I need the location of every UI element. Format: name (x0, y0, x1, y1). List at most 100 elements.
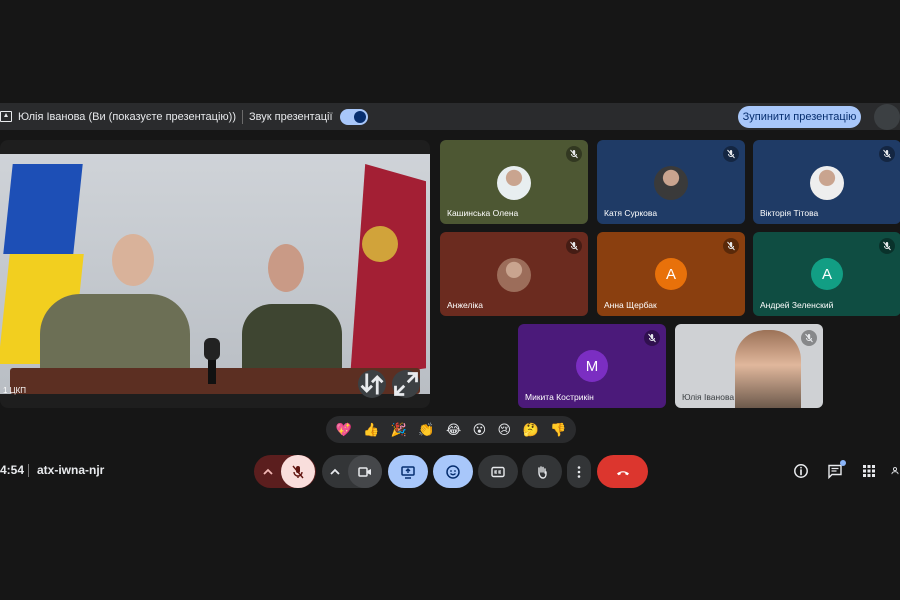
meeting-time: 4:54 (0, 463, 25, 477)
participant-avatar: А (655, 258, 687, 290)
camera-control-group (322, 455, 382, 488)
leave-call-button[interactable] (597, 455, 648, 488)
meeting-details-button[interactable] (790, 460, 812, 482)
presentation-audio-label: Звук презентації (249, 110, 333, 123)
microphone-control-group (254, 455, 316, 488)
microphone-toggle-button[interactable] (281, 455, 315, 488)
host-controls-button[interactable] (890, 460, 900, 482)
speaker-left-head (112, 234, 154, 286)
muted-indicator (801, 330, 817, 346)
mic-off-icon (292, 465, 304, 478)
participant-tile[interactable]: Катя Суркова (597, 140, 745, 224)
camera-icon (358, 466, 371, 477)
mic-off-icon (727, 149, 735, 159)
participant-avatar (497, 166, 531, 200)
participant-name: Анна Щербак (604, 300, 657, 310)
present-screen-button[interactable] (388, 455, 428, 488)
video-caption: 1 ЦКП (3, 386, 26, 395)
present-screen-icon (0, 111, 12, 122)
video-options-button[interactable] (322, 464, 348, 480)
video-scene (0, 154, 430, 394)
fullscreen-button[interactable] (392, 370, 420, 398)
participant-tile[interactable]: Кашинська Олена (440, 140, 588, 224)
participant-avatar (654, 166, 688, 200)
self-video-feed (735, 330, 801, 408)
participant-name: Анжеліка (447, 300, 483, 310)
expand-icon (394, 372, 418, 396)
chevron-up-icon (330, 468, 340, 475)
muted-indicator (566, 238, 582, 254)
swap-layout-button[interactable] (358, 370, 386, 398)
participant-name: Катя Суркова (604, 208, 658, 218)
muted-indicator (566, 146, 582, 162)
microphone (204, 338, 220, 360)
presenter-text: Юлія Іванова (Ви (показуєте презентацію)… (18, 110, 236, 123)
volume-icon (353, 110, 366, 123)
participant-name: Юлія Іванова (682, 392, 735, 402)
participant-tile[interactable]: Вікторія Тітова (753, 140, 900, 224)
muted-indicator (879, 238, 895, 254)
captions-icon (491, 466, 505, 477)
captions-button[interactable] (478, 455, 518, 488)
divider (242, 109, 243, 124)
shared-screen-video: 1 ЦКП (0, 140, 430, 408)
chat-button[interactable] (824, 460, 846, 482)
mic-off-icon (883, 149, 891, 159)
chevron-up-icon (263, 468, 273, 475)
reaction-emoji[interactable]: 👎 (550, 422, 566, 438)
emoji-icon (446, 464, 460, 479)
present-screen-icon (401, 465, 415, 479)
people-icon (891, 467, 899, 475)
mic-off-icon (570, 241, 578, 251)
reaction-emoji[interactable]: 😂 (446, 422, 461, 438)
hand-icon (538, 465, 547, 479)
audio-options-button[interactable] (255, 464, 281, 480)
reaction-emoji[interactable]: 😮 (473, 422, 487, 438)
reaction-emoji[interactable]: 👍 (363, 422, 379, 438)
meeting-code: atx-iwna-njr (37, 463, 105, 477)
participant-tile[interactable]: А Анна Щербак (597, 232, 745, 316)
reactions-button[interactable] (433, 455, 473, 488)
mic-off-icon (727, 241, 735, 251)
military-flag (350, 164, 426, 379)
participant-avatar: А (811, 258, 843, 290)
ukraine-flag-blue (3, 164, 83, 254)
apps-grid-icon (863, 465, 875, 477)
stop-presenting-button[interactable]: Зупинити презентацію (738, 106, 861, 128)
muted-indicator (644, 330, 660, 346)
mic-off-icon (570, 149, 578, 159)
reactions-bar: 💖 👍 🎉 👏 😂 😮 😢 🤔 👎 (326, 416, 576, 443)
notification-dot (840, 460, 846, 466)
reaction-emoji[interactable]: 🤔 (523, 422, 539, 438)
reaction-emoji[interactable]: 😢 (498, 422, 512, 438)
participant-name: Вікторія Тітова (760, 208, 819, 218)
participant-tile[interactable]: Юлія Іванова (675, 324, 823, 408)
muted-indicator (879, 146, 895, 162)
mic-off-icon (648, 333, 656, 343)
participant-name: Кашинська Олена (447, 208, 519, 218)
reaction-emoji[interactable]: 🎉 (391, 422, 407, 438)
participant-avatar (810, 166, 844, 200)
more-options-button[interactable] (567, 455, 591, 488)
reaction-emoji[interactable]: 👏 (418, 422, 434, 438)
participant-tile[interactable]: M Микита Кострикін (518, 324, 666, 408)
participant-name: Микита Кострикін (525, 392, 594, 402)
swap-icon (360, 373, 384, 395)
info-icon (794, 464, 808, 478)
camera-toggle-button[interactable] (348, 455, 382, 488)
participant-avatar: M (576, 350, 608, 382)
participant-tile[interactable]: Анжеліка (440, 232, 588, 316)
raise-hand-button[interactable] (522, 455, 562, 488)
more-vert-icon (577, 465, 581, 478)
participant-tile[interactable]: А Андрей Зеленский (753, 232, 900, 316)
self-avatar[interactable] (874, 104, 900, 130)
activities-button[interactable] (858, 460, 880, 482)
muted-indicator (723, 238, 739, 254)
mic-off-icon (883, 241, 891, 251)
participant-avatar (497, 258, 531, 292)
trident-emblem (362, 226, 398, 262)
speaker-right-body (242, 304, 342, 374)
presentation-audio-toggle[interactable] (339, 108, 368, 125)
participant-name: Андрей Зеленский (760, 300, 834, 310)
reaction-emoji[interactable]: 💖 (336, 422, 352, 438)
